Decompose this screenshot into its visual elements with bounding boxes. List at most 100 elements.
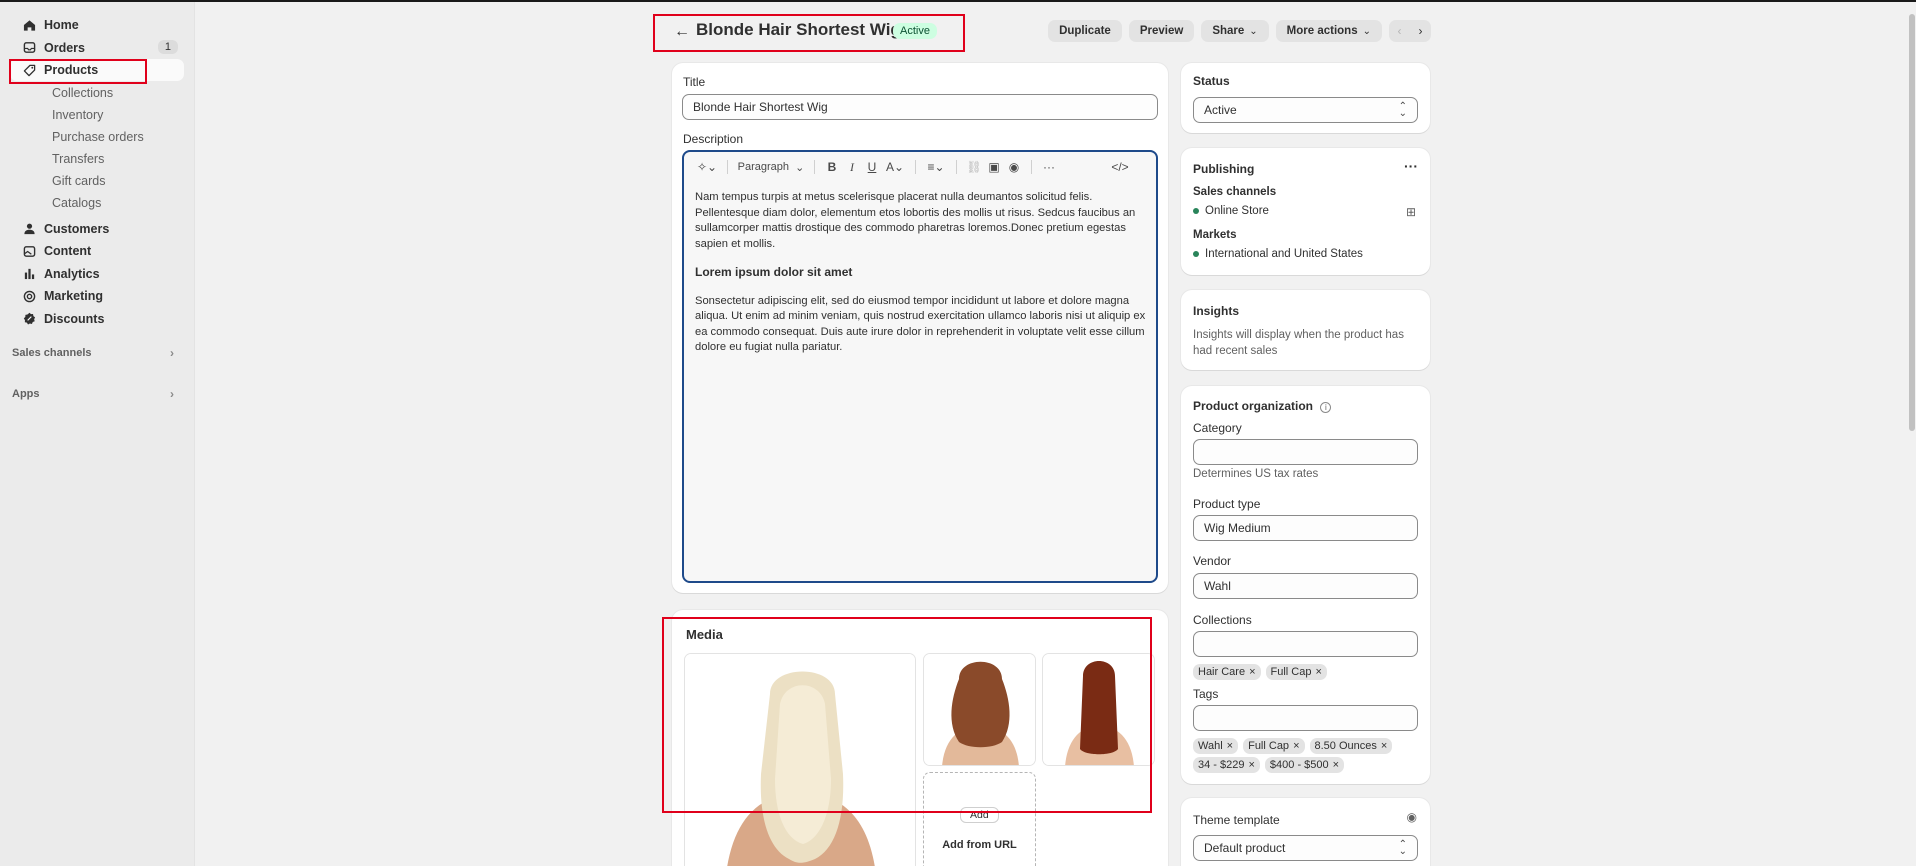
status-label: Status [1193, 74, 1230, 88]
product-type-input[interactable]: Wig Medium [1193, 515, 1418, 541]
next-product-icon[interactable]: › [1410, 20, 1431, 42]
tags-input[interactable] [1193, 705, 1418, 731]
description-label: Description [683, 132, 744, 146]
add-from-url-link[interactable]: Add from URL [924, 839, 1035, 851]
description-editor[interactable]: ✧⌄ Paragraph ⌄ B I U A⌄ ≡⌄ ⛓ ▣ ◉ ··· </>… [682, 150, 1158, 583]
chevron-down-icon: ⌄ [1249, 25, 1258, 37]
scrollbar-thumb[interactable] [1909, 14, 1915, 431]
sidebar-subitem-inventory[interactable]: Inventory [10, 104, 184, 126]
sidebar-item-marketing[interactable]: Marketing [10, 285, 184, 307]
more-horizontal-icon[interactable]: ··· [1404, 158, 1418, 174]
vendor-input[interactable]: Wahl [1193, 573, 1418, 599]
markets-label: Markets [1193, 229, 1237, 241]
sidebar-item-home[interactable]: Home [10, 14, 184, 36]
duplicate-button[interactable]: Duplicate [1048, 20, 1122, 42]
product-details-card: Title Blonde Hair Shortest Wig Descripti… [672, 63, 1168, 593]
product-tag: 34 - $229 × [1193, 757, 1260, 773]
publishing-card: Publishing ··· Sales channels Online Sto… [1181, 148, 1430, 275]
sidebar-section-sales-channels[interactable]: Sales channels › [10, 342, 184, 364]
title-input[interactable]: Blonde Hair Shortest Wig [682, 94, 1158, 120]
media-main-image[interactable] [684, 653, 916, 866]
previous-product-icon[interactable]: ‹ [1389, 20, 1410, 42]
description-paragraph: Sonsectetur adipiscing elit, sed do eius… [695, 294, 1146, 354]
chevron-right-icon: › [170, 387, 174, 401]
sidebar-item-products[interactable]: Products [10, 59, 184, 81]
info-icon[interactable]: i [1320, 402, 1332, 413]
remove-icon[interactable]: × [1381, 740, 1387, 752]
sidebar-subitem-purchase-orders[interactable]: Purchase orders [10, 126, 184, 148]
status-card: Status Active ⌃ ⌄ [1181, 63, 1430, 133]
code-view-icon[interactable]: </> [1109, 157, 1131, 177]
paragraph-select[interactable]: Paragraph ⌄ [735, 157, 807, 177]
sidebar-item-label: Analytics [44, 266, 100, 281]
remove-icon[interactable]: × [1293, 740, 1299, 752]
bar-chart-icon [22, 267, 36, 281]
bold-icon[interactable]: B [822, 157, 842, 177]
sidebar-subitem-collections[interactable]: Collections [10, 82, 184, 104]
remove-icon[interactable]: × [1248, 759, 1254, 771]
collections-tags: Hair Care × Full Cap × [1193, 664, 1327, 680]
collection-tag: Hair Care × [1193, 664, 1261, 680]
insights-title: Insights [1193, 304, 1240, 318]
sidebar-item-content[interactable]: Content [10, 240, 184, 262]
sidebar-item-label: Products [44, 63, 99, 77]
category-label: Category [1193, 421, 1242, 435]
target-icon [22, 289, 36, 303]
status-dot [1193, 208, 1199, 214]
orders-count-badge: 1 [157, 39, 178, 54]
text-color-icon[interactable]: A⌄ [882, 157, 908, 177]
back-arrow-icon[interactable]: ← [674, 23, 690, 41]
sidebar-subitem-transfers[interactable]: Transfers [10, 148, 184, 170]
link-icon[interactable]: ⛓ [964, 157, 984, 177]
category-input[interactable] [1193, 439, 1418, 465]
sidebar: Home Orders 1 Products Collections Inven… [0, 2, 195, 866]
sidebar-section-apps[interactable]: Apps › [10, 383, 184, 405]
discount-icon [22, 312, 36, 326]
remove-icon[interactable]: × [1227, 740, 1233, 752]
insights-text: Insights will display when the product h… [1193, 329, 1404, 357]
insert-video-icon[interactable]: ◉ [1004, 157, 1024, 177]
preview-button[interactable]: Preview [1128, 20, 1195, 42]
sidebar-item-label: Discounts [44, 311, 105, 326]
insert-image-icon[interactable]: ▣ [984, 157, 1004, 177]
theme-template-select[interactable]: Default product ⌃ ⌄ [1193, 835, 1418, 861]
remove-icon[interactable]: × [1315, 666, 1321, 678]
italic-icon[interactable]: I [842, 157, 862, 177]
media-thumbnail[interactable] [923, 653, 1036, 766]
more-actions-button[interactable]: More actions ⌄ [1275, 20, 1382, 42]
media-dropzone[interactable]: Add Add from URL [923, 772, 1036, 866]
collections-input[interactable] [1193, 631, 1418, 657]
description-content: Nam tempus turpis at metus scelerisque p… [695, 190, 1150, 369]
sidebar-item-label: Content [44, 244, 92, 258]
sidebar-item-label: Marketing [44, 289, 104, 303]
top-border [0, 0, 1916, 2]
align-icon[interactable]: ≡⌄ [923, 157, 949, 177]
select-arrows-icon: ⌃ ⌄ [1398, 839, 1407, 857]
select-arrows-icon: ⌃ ⌄ [1398, 101, 1407, 119]
collections-label: Collections [1193, 613, 1252, 627]
underline-icon[interactable]: U [862, 157, 882, 177]
sidebar-item-orders[interactable]: Orders 1 [10, 37, 184, 59]
product-tag: $400 - $500 × [1264, 757, 1345, 773]
sidebar-item-discounts[interactable]: Discounts [10, 308, 184, 330]
tag-icon [22, 63, 36, 77]
channel-item: Online Store [1193, 205, 1269, 217]
sidebar-subitem-catalogs[interactable]: Catalogs [10, 192, 184, 214]
sidebar-item-analytics[interactable]: Analytics [10, 263, 184, 285]
add-media-button[interactable]: Add [960, 807, 999, 823]
remove-icon[interactable]: × [1249, 666, 1255, 678]
product-tag: Wahl × [1193, 738, 1239, 754]
more-options-icon[interactable]: ··· [1039, 157, 1059, 177]
status-select[interactable]: Active ⌃ ⌄ [1193, 97, 1418, 123]
media-thumbnail[interactable] [1042, 653, 1155, 766]
calendar-schedule-icon[interactable]: ⊞ [1406, 205, 1416, 219]
share-button[interactable]: Share ⌄ [1201, 20, 1269, 42]
sidebar-subitem-gift-cards[interactable]: Gift cards [10, 170, 184, 192]
sidebar-item-label: Home [44, 18, 79, 32]
person-icon [22, 222, 36, 236]
sidebar-item-customers[interactable]: Customers [10, 218, 184, 240]
sidebar-item-label: Customers [44, 221, 110, 236]
remove-icon[interactable]: × [1333, 759, 1339, 771]
ai-magic-icon[interactable]: ✧⌄ [694, 157, 720, 177]
eye-icon[interactable]: ◉ [1407, 810, 1417, 824]
